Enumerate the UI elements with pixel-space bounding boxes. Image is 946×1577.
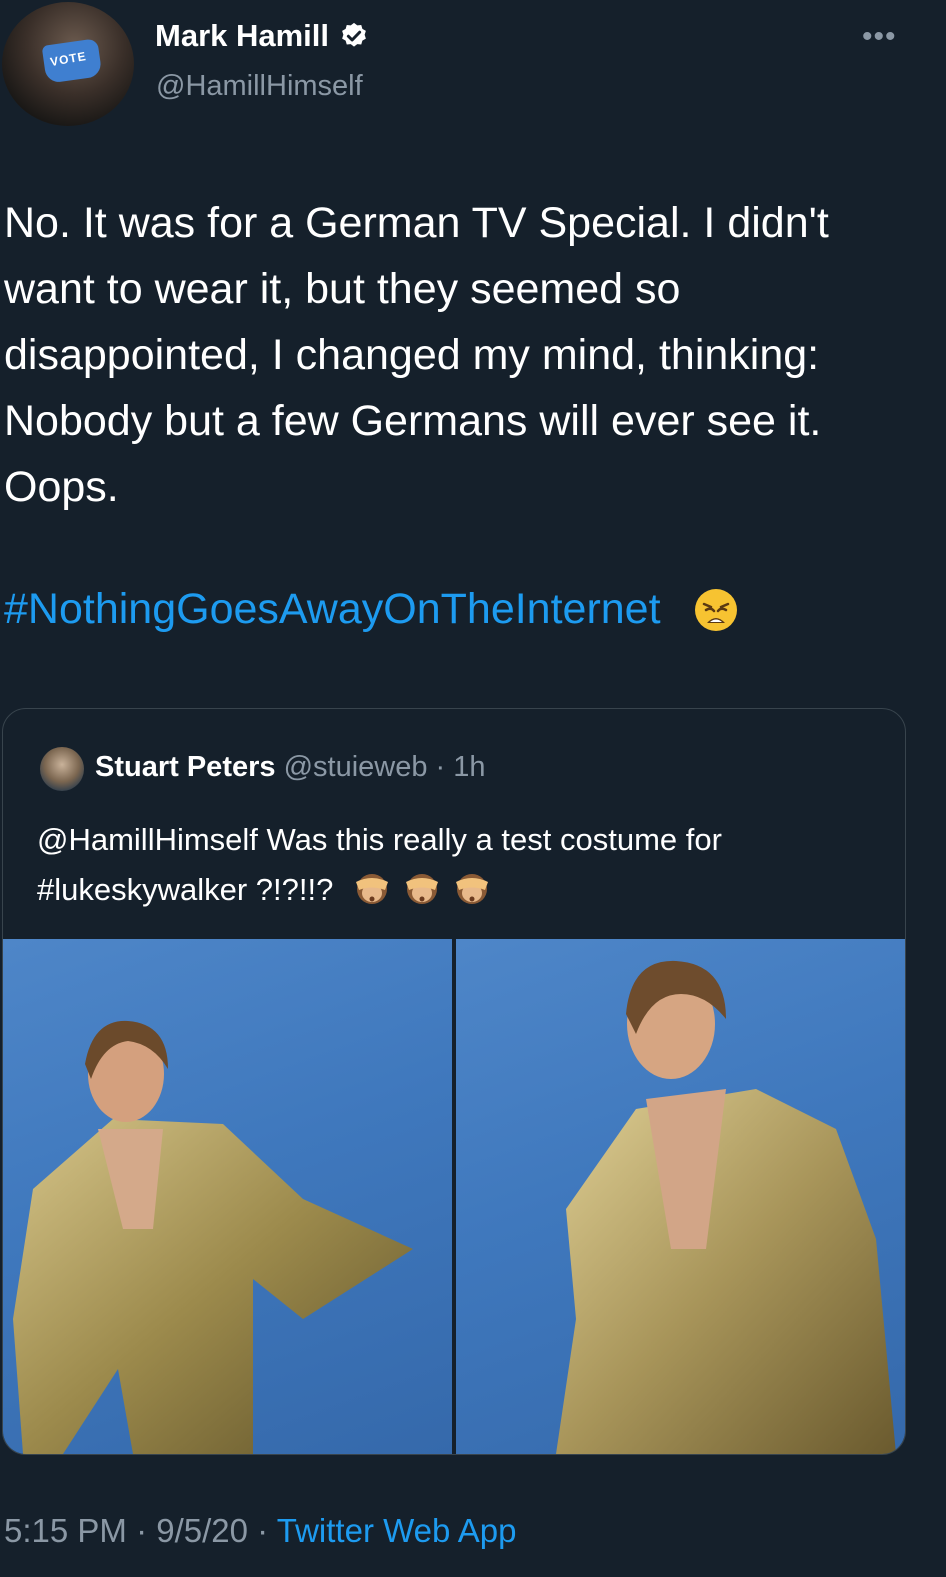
footer-time[interactable]: 5:15 PM: [4, 1512, 127, 1549]
see-no-evil-icon: [452, 868, 492, 908]
quoted-photo-right[interactable]: [456, 939, 905, 1454]
author-avatar[interactable]: VOTE: [2, 2, 134, 126]
tweet-card: VOTE Mark Hamill @HamillHimself ••• No. …: [0, 0, 946, 1577]
author-handle[interactable]: @HamillHimself: [156, 70, 363, 103]
footer-separator: ·: [257, 1512, 269, 1549]
quoted-display-name[interactable]: Stuart Peters: [95, 751, 276, 783]
quoted-time: 1h: [453, 751, 486, 783]
quoted-tweet[interactable]: Stuart Peters @stuieweb · 1h @HamillHims…: [2, 708, 906, 1455]
footer-separator: ·: [136, 1512, 148, 1549]
weary-face-icon: [693, 587, 739, 633]
see-no-evil-icon: [402, 868, 442, 908]
author-display-name[interactable]: Mark Hamill: [155, 18, 329, 54]
quoted-handle[interactable]: @stuieweb: [284, 751, 428, 783]
see-no-evil-icon: [352, 868, 392, 908]
tweet-footer: 5:15 PM · 9/5/20 · Twitter Web App: [4, 1512, 516, 1550]
verified-icon: [339, 21, 369, 51]
footer-source-link[interactable]: Twitter Web App: [277, 1512, 517, 1549]
quoted-author-avatar[interactable]: [40, 747, 84, 791]
quoted-separator: ·: [435, 751, 446, 783]
tweet-text: No. It was for a German TV Special. I di…: [4, 199, 829, 511]
more-options-icon[interactable]: •••: [862, 20, 897, 54]
quoted-photo-left[interactable]: [3, 939, 452, 1454]
hashtag-line: #NothingGoesAwayOnTheInternet: [4, 585, 739, 634]
quoted-author-row: Stuart Peters @stuieweb · 1h: [95, 751, 486, 784]
author-name-row: Mark Hamill: [155, 18, 369, 54]
hashtag-link[interactable]: #NothingGoesAwayOnTheInternet: [4, 585, 661, 634]
quoted-text-block: @HamillHimself Was this really a test co…: [37, 815, 887, 915]
quoted-media: [3, 939, 905, 1454]
footer-date[interactable]: 9/5/20: [156, 1512, 248, 1549]
